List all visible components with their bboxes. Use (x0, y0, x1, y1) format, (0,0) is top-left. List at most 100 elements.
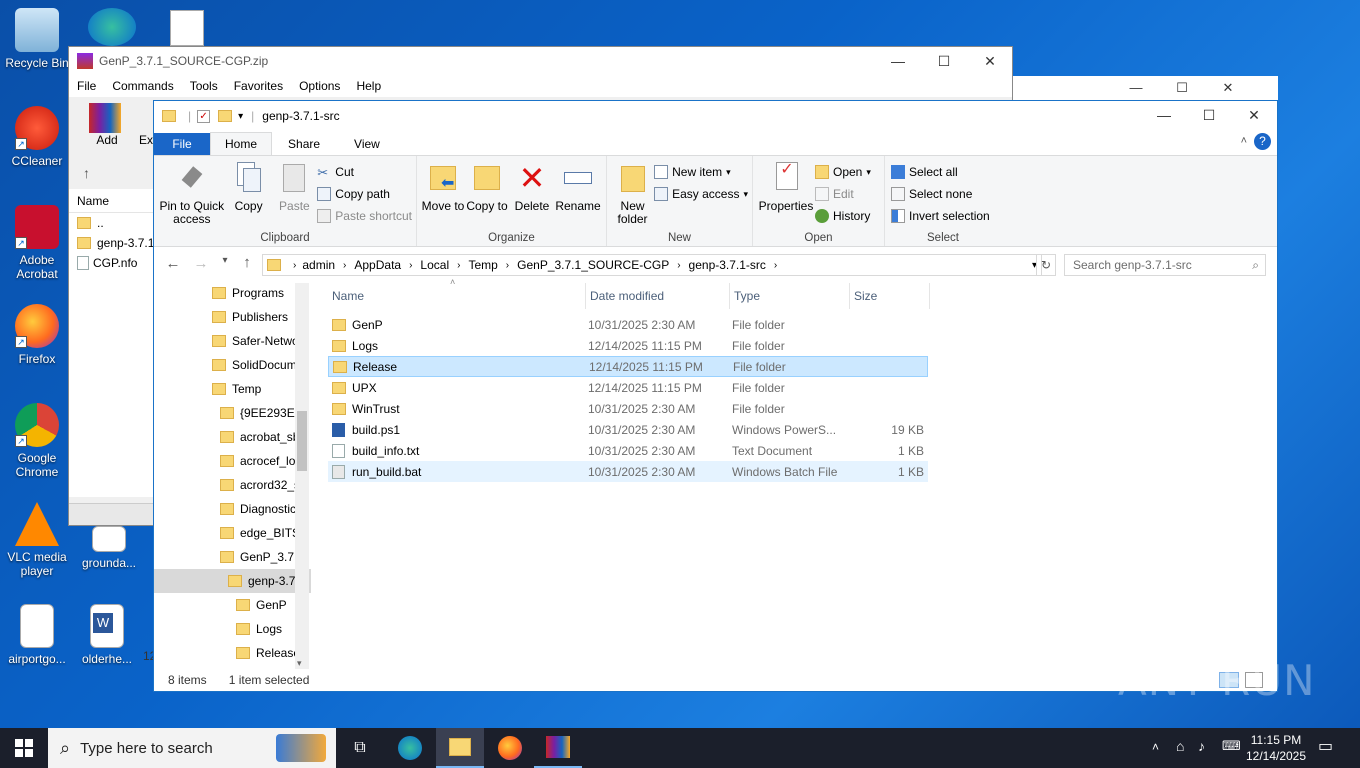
list-item[interactable]: .. (69, 213, 153, 233)
desktop-icon-vlc[interactable]: VLC media player (0, 502, 74, 578)
forward-button[interactable]: → (188, 255, 214, 272)
taskbar-search-box[interactable]: ⌕ Type here to search (48, 728, 336, 768)
tab-file[interactable]: File (154, 133, 210, 155)
minimize-button[interactable]: — (1113, 74, 1159, 102)
desktop-icon-adobe-acrobat[interactable]: ↗ Adobe Acrobat (0, 205, 74, 281)
breadcrumb-item[interactable]: Temp (468, 258, 497, 272)
address-bar[interactable]: › admin › AppData › Local › Temp › GenP_… (262, 254, 1042, 276)
task-view-icon[interactable]: ⧉ (336, 728, 384, 768)
file-row[interactable]: run_build.bat 10/31/2025 2:30 AM Windows B… (328, 461, 928, 482)
nav-item-selected[interactable]: genp-3.7 (154, 569, 311, 593)
show-hidden-icons-icon[interactable]: ˄ (1152, 740, 1159, 754)
copy-button[interactable]: Copy (226, 160, 272, 228)
paste-button[interactable]: Paste (271, 160, 317, 228)
properties-button[interactable]: ✓ Properties (757, 160, 815, 228)
select-none-button[interactable]: Select none (891, 186, 990, 202)
column-date-modified[interactable]: Date modified (586, 283, 730, 309)
select-all-button[interactable]: Select all (891, 164, 990, 180)
scrollbar-thumb[interactable] (297, 411, 307, 471)
invert-selection-button[interactable]: Invert selection (891, 208, 990, 224)
copy-to-button[interactable]: Copy to (465, 160, 509, 228)
desktop-icon-firefox[interactable]: ↗ Firefox (0, 304, 74, 366)
column-name[interactable]: Name (328, 283, 586, 309)
breadcrumb-item[interactable]: Local (420, 258, 449, 272)
refresh-icon[interactable]: ↻ (1036, 254, 1056, 276)
list-item[interactable]: genp-3.7.1- (69, 233, 158, 253)
nav-item[interactable]: Release (154, 641, 311, 665)
nav-item[interactable]: GenP (154, 593, 311, 617)
column-type[interactable]: Type (730, 283, 850, 309)
edge-taskbar-icon[interactable] (386, 728, 434, 768)
scroll-down-icon[interactable]: ▾ (297, 658, 302, 669)
menu-help[interactable]: Help (356, 79, 381, 93)
new-folder-button[interactable]: New folder (611, 160, 654, 228)
desktop-icon-olderhe[interactable]: W olderhe... (70, 604, 144, 666)
breadcrumb-item[interactable]: admin (302, 258, 335, 272)
cut-button[interactable]: ✂ Cut (317, 164, 412, 180)
nav-item[interactable]: acrocef_lo (154, 449, 311, 473)
file-row[interactable]: UPX 12/14/2025 11:15 PM File folder (328, 377, 928, 398)
file-row[interactable]: Logs 12/14/2025 11:15 PM File folder (328, 335, 928, 356)
copy-path-button[interactable]: Copy path (317, 186, 412, 202)
column-name[interactable]: Name (69, 189, 153, 213)
menu-favorites[interactable]: Favorites (234, 79, 283, 93)
move-to-button[interactable]: ⬅ Move to (421, 160, 465, 228)
nav-scrollbar[interactable]: ▾ (295, 283, 309, 669)
file-row[interactable]: build.ps1 10/31/2025 2:30 AM Windows Power… (328, 419, 928, 440)
desktop-icon-recycle-bin[interactable]: Recycle Bin (0, 8, 74, 70)
file-row[interactable]: GenP 10/31/2025 2:30 AM File folder (328, 314, 928, 335)
nav-item[interactable]: acrobat_sb (154, 425, 311, 449)
back-button[interactable]: ← (160, 255, 186, 272)
start-button[interactable] (0, 728, 48, 768)
desktop-icon-grounda[interactable]: grounda... (72, 526, 146, 580)
menu-tools[interactable]: Tools (190, 79, 218, 93)
volume-icon[interactable]: ♪ (1198, 738, 1205, 754)
menu-file[interactable]: File (77, 79, 96, 93)
nav-item[interactable]: acrord32_s (154, 473, 311, 497)
nav-item[interactable]: Diagnostic (154, 497, 311, 521)
extract-label[interactable]: Ex (139, 133, 153, 147)
nav-item[interactable]: Programs (154, 281, 311, 305)
firefox-taskbar-icon[interactable] (486, 728, 534, 768)
maximize-button[interactable]: ☐ (921, 47, 967, 75)
nav-item[interactable]: Safer-Netwo (154, 329, 311, 353)
file-explorer-taskbar-icon[interactable] (436, 728, 484, 768)
close-button[interactable]: ✕ (1231, 101, 1277, 129)
search-input[interactable]: Search genp-3.7.1-src ⌕ (1064, 254, 1266, 276)
network-icon[interactable]: ⌂ (1176, 738, 1184, 754)
nav-item[interactable]: Publishers (154, 305, 311, 329)
file-row[interactable]: WinTrust 10/31/2025 2:30 AM File folder (328, 398, 928, 419)
maximize-button[interactable]: ☐ (1159, 74, 1205, 102)
desktop-icon-airportgo[interactable]: airportgo... (0, 604, 74, 666)
nav-item[interactable]: edge_BITS_ (154, 521, 311, 545)
desktop-icon-chrome[interactable]: ↗ Google Chrome (0, 403, 74, 479)
new-folder-qat-icon[interactable] (218, 110, 233, 122)
paste-shortcut-button[interactable]: Paste shortcut (317, 208, 412, 224)
tab-home[interactable]: Home (210, 132, 273, 155)
properties-qat-icon[interactable]: ✓ (197, 109, 211, 123)
language-icon[interactable]: ⌨ (1222, 738, 1241, 754)
file-row[interactable]: build_info.txt 10/31/2025 2:30 AM Text Doc… (328, 440, 928, 461)
qat-dropdown-icon[interactable]: ▾ (238, 111, 243, 122)
breadcrumb-item[interactable]: genp-3.7.1-src (689, 258, 766, 272)
taskbar-clock[interactable]: 11:15 PM 12/14/2025 (1244, 732, 1308, 764)
nav-item[interactable]: Logs (154, 617, 311, 641)
nav-item[interactable]: SolidDocum (154, 353, 311, 377)
minimize-button[interactable]: — (1141, 101, 1187, 129)
add-button[interactable]: Add (89, 103, 125, 147)
tab-share[interactable]: Share (272, 133, 334, 155)
nav-item[interactable]: GenP_3.7.1 (154, 545, 311, 569)
open-button[interactable]: Open ▾ (815, 164, 871, 180)
help-icon[interactable]: ? (1254, 133, 1271, 150)
collapse-ribbon-icon[interactable]: ˄ (1241, 135, 1247, 147)
close-button[interactable]: ✕ (1205, 74, 1251, 102)
menu-commands[interactable]: Commands (112, 79, 173, 93)
nav-item[interactable]: {9EE293E3- (154, 401, 311, 425)
minimize-button[interactable]: — (875, 47, 921, 75)
nav-item[interactable]: Temp (154, 377, 311, 401)
easy-access-button[interactable]: Easy access ▾ (654, 186, 748, 202)
delete-button[interactable]: ✕ Delete (509, 160, 555, 228)
tab-view[interactable]: View (334, 133, 394, 155)
breadcrumb-item[interactable]: AppData (354, 258, 401, 272)
list-item[interactable]: CGP.nfo (69, 253, 153, 273)
